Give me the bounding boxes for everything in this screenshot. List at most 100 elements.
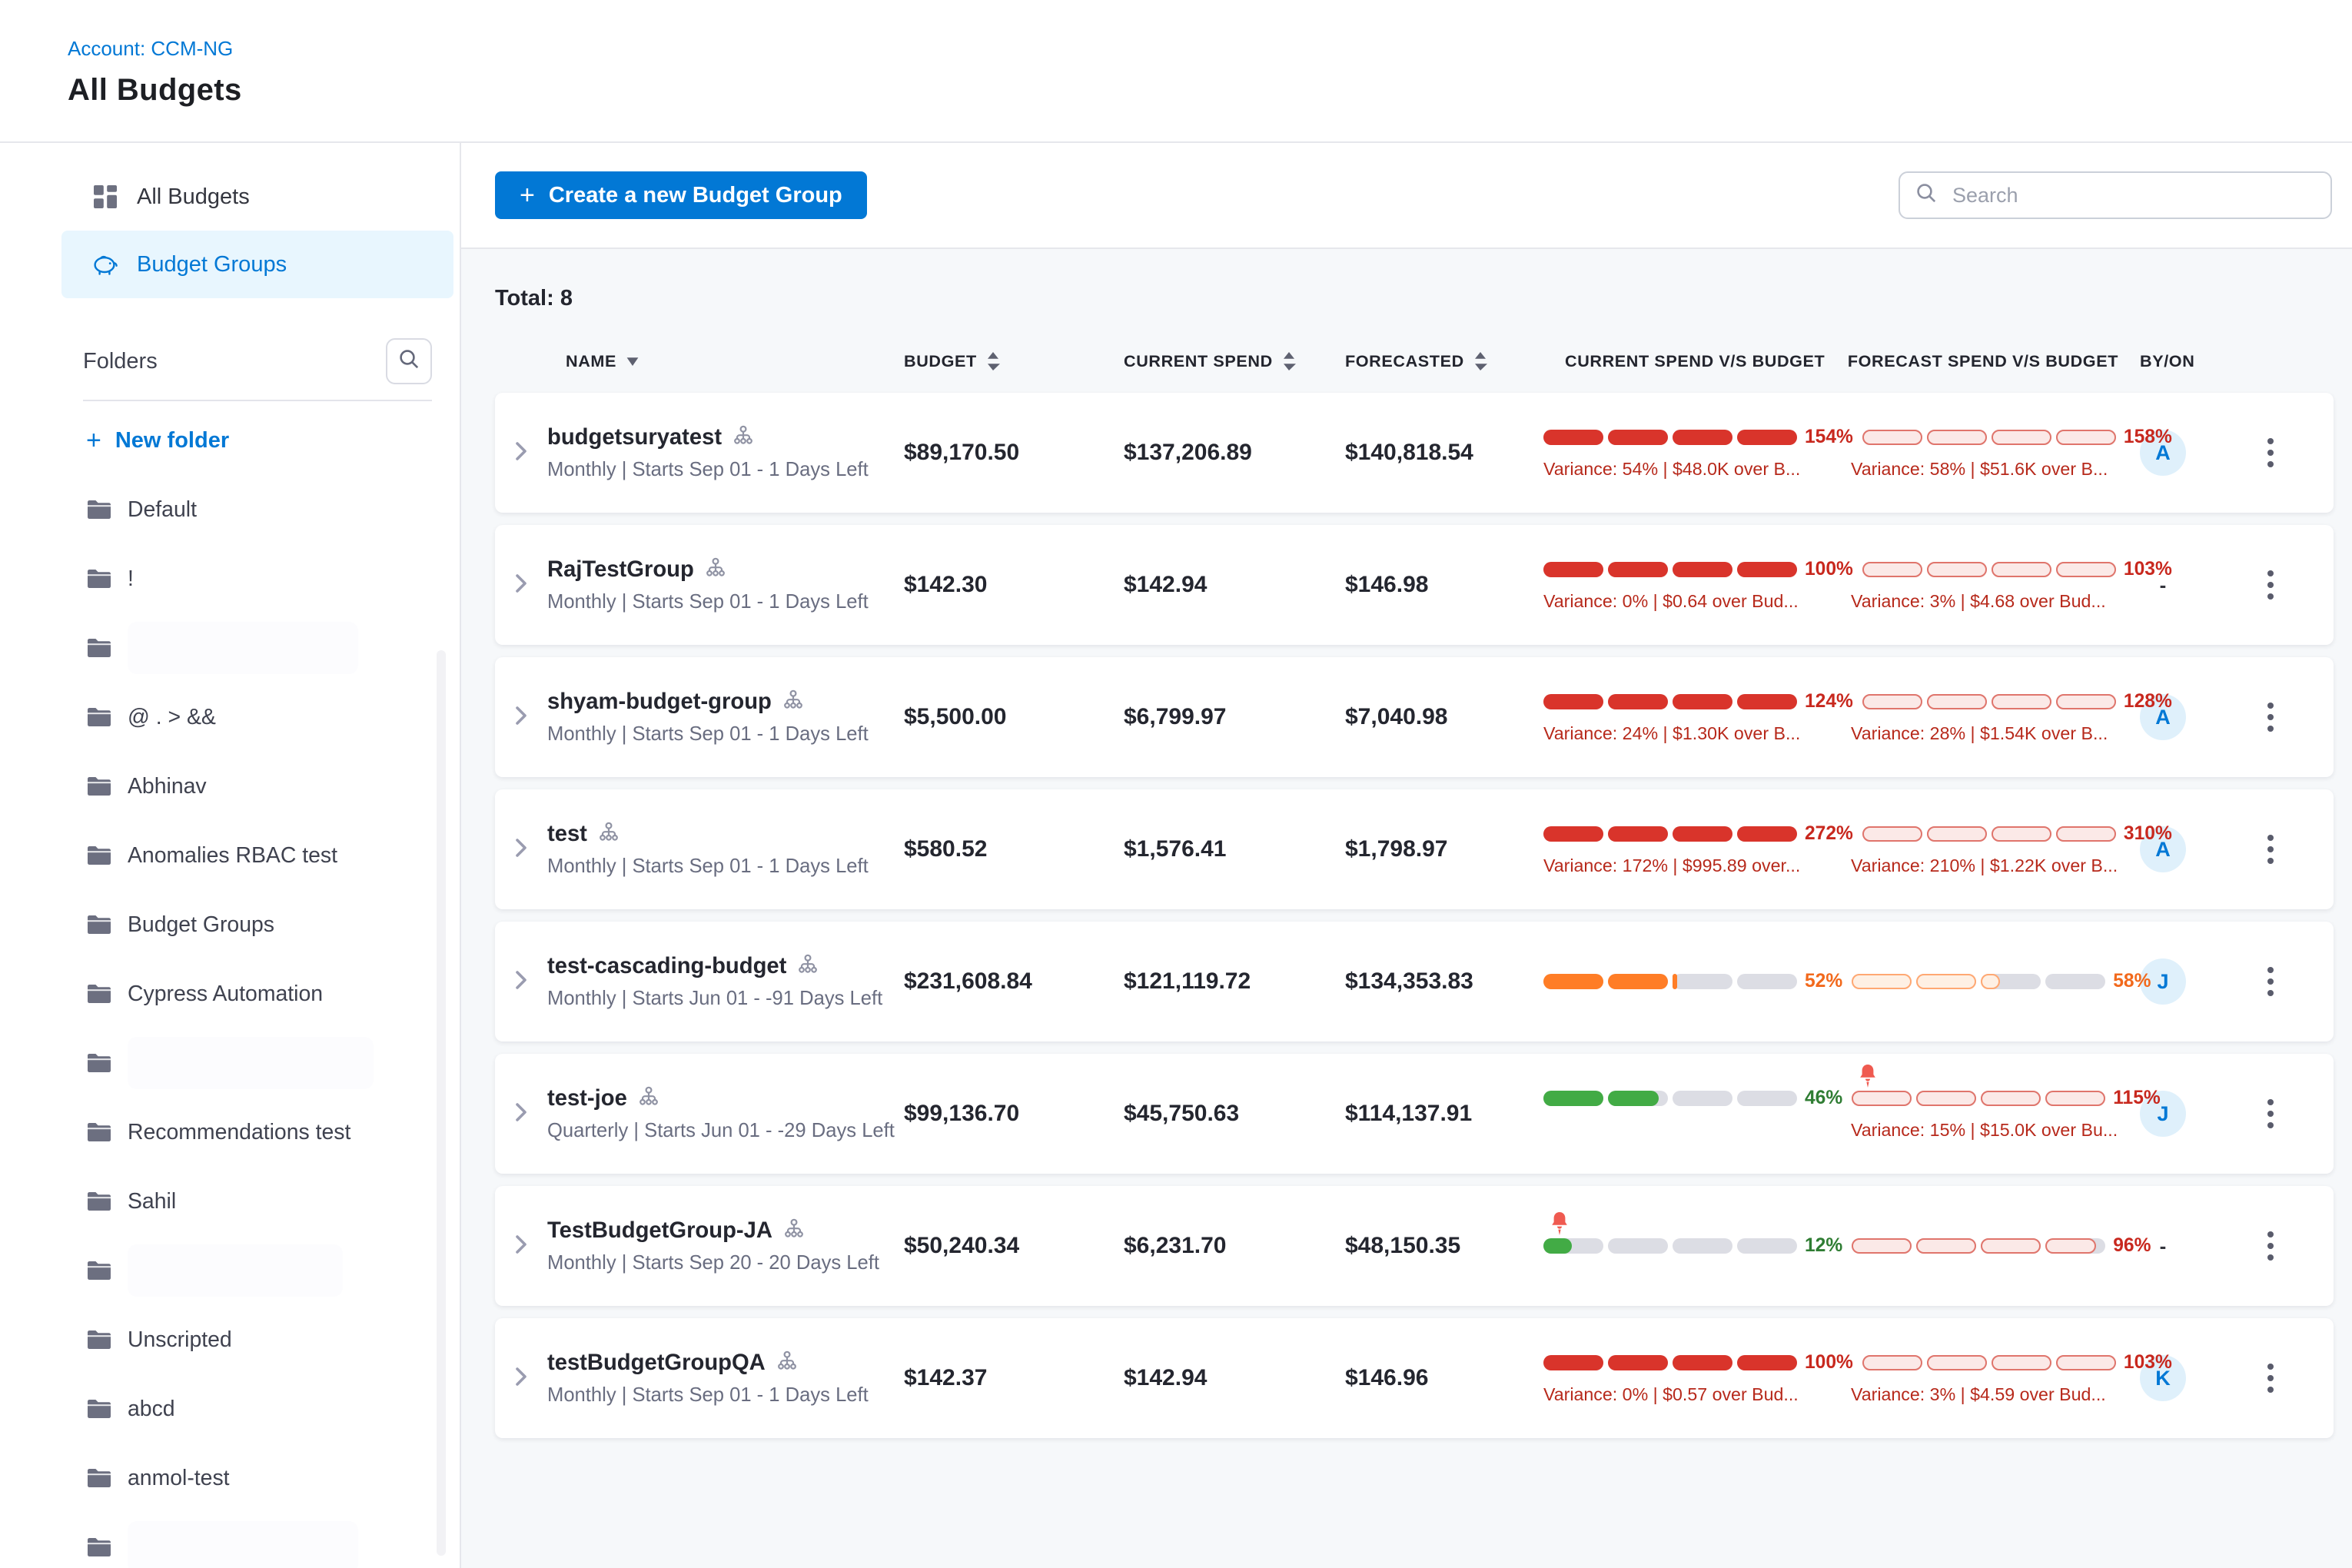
plus-icon: + (520, 182, 535, 208)
budget-group-name[interactable]: RajTestGroup (547, 557, 694, 583)
account-breadcrumb[interactable]: Account: CCM-NG (68, 37, 2352, 61)
row-expand-chevron[interactable] (495, 1232, 547, 1261)
folder-icon (86, 914, 112, 935)
folder-item[interactable] (0, 1513, 460, 1568)
folder-icon (86, 845, 112, 866)
folder-item[interactable]: Cypress Automation (0, 959, 460, 1028)
kebab-menu-icon[interactable] (2258, 429, 2283, 477)
search-input[interactable] (1949, 182, 2315, 209)
kebab-menu-icon[interactable] (2258, 561, 2283, 609)
bar-segment (1608, 430, 1668, 445)
create-budget-group-button[interactable]: + Create a new Budget Group (495, 171, 867, 219)
budget-amount: $142.37 (882, 1365, 1102, 1391)
bar-percent-label: 310% (2124, 823, 2172, 845)
chevron-right-icon (515, 835, 527, 864)
bar-percent-label: 58% (2113, 971, 2151, 992)
row-expand-chevron[interactable] (495, 968, 547, 996)
sidebar-item-all-budgets[interactable]: All Budgets (61, 163, 453, 231)
kebab-menu-icon[interactable] (2258, 1090, 2283, 1138)
table-row[interactable]: test Monthly | Starts Sep 01 - 1 Days Lef… (495, 789, 2334, 909)
budget-amount: $99,136.70 (882, 1101, 1102, 1127)
budget-group-name-cell: RajTestGroupMonthly | Starts Sep 01 - 1 … (547, 557, 882, 613)
column-header-forecasted[interactable]: FORECASTED (1324, 351, 1543, 371)
budget-group-name[interactable]: test-joe (547, 1086, 627, 1111)
row-expand-chevron[interactable] (495, 439, 547, 467)
folder-item[interactable]: anmol-test (0, 1443, 460, 1513)
alert-bell-icon (1550, 1211, 1570, 1237)
budget-group-name[interactable]: budgetsuryatest (547, 425, 722, 450)
table-row[interactable]: test-cascading-budgetMonthly | Starts Ju… (495, 922, 2334, 1041)
folder-item[interactable]: Abhinav (0, 752, 460, 821)
table-row[interactable]: shyam-budget-groupMonthly | Starts Sep 0… (495, 657, 2334, 777)
sidebar-item-label: Budget Groups (137, 252, 287, 277)
spend-bars-cell: 100%103%Variance: 0% | $0.57 over Bud...… (1543, 1318, 2118, 1438)
table-row[interactable]: test-joeQuarterly | Starts Jun 01 - -29 … (495, 1054, 2334, 1174)
table-row[interactable]: TestBudgetGroup-JAMonthly | Starts Sep 2… (495, 1186, 2334, 1306)
toolbar: + Create a new Budget Group (461, 143, 2352, 247)
folder-item[interactable] (0, 1236, 460, 1305)
budget-group-name[interactable]: TestBudgetGroup-JA (547, 1218, 772, 1244)
row-menu-cell (2207, 693, 2334, 741)
table-row[interactable]: budgetsuryatestMonthly | Starts Sep 01 -… (495, 393, 2334, 513)
budget-period: Monthly | Starts Sep 01 - 1 Days Left (547, 1384, 873, 1407)
bar-segment (1543, 974, 1603, 989)
column-header-current-spend[interactable]: CURRENT SPEND (1102, 351, 1324, 371)
kebab-menu-icon[interactable] (2258, 1354, 2283, 1402)
current-variance-text: Variance: 0% | $0.64 over Bud... (1543, 591, 1851, 612)
kebab-menu-icon[interactable] (2258, 958, 2283, 1005)
bar-percent-label: 100% (1805, 559, 1853, 580)
folder-item[interactable]: abcd (0, 1374, 460, 1443)
chevron-right-icon (515, 1100, 527, 1128)
row-expand-chevron[interactable] (495, 1100, 547, 1128)
folder-item[interactable] (0, 613, 460, 683)
redacted-folder-label (128, 622, 358, 674)
new-folder-button[interactable]: + New folder (86, 427, 460, 453)
search-icon (398, 347, 420, 376)
sort-toggle-icon (1282, 352, 1296, 370)
sidebar-item-budget-groups[interactable]: Budget Groups (61, 231, 453, 298)
current-vs-budget-bar: 124% (1543, 691, 1853, 713)
grid-icon (92, 185, 118, 208)
row-expand-chevron[interactable] (495, 571, 547, 600)
folder-item[interactable]: Anomalies RBAC test (0, 821, 460, 890)
table-row[interactable]: testBudgetGroupQA Monthly | Starts Sep 01… (495, 1318, 2334, 1438)
bar-segment (1927, 562, 1987, 577)
folder-item[interactable]: Unscripted (0, 1305, 460, 1374)
budget-period: Monthly | Starts Sep 01 - 1 Days Left (547, 855, 873, 878)
hierarchy-icon (638, 1086, 659, 1112)
folder-item[interactable]: ! (0, 544, 460, 613)
table-row[interactable]: RajTestGroupMonthly | Starts Sep 01 - 1 … (495, 525, 2334, 645)
budget-group-name[interactable]: test (547, 822, 587, 847)
row-expand-chevron[interactable] (495, 703, 547, 732)
bar-segment (1862, 430, 1922, 445)
column-header-budget[interactable]: BUDGET (882, 351, 1102, 371)
folder-item[interactable] (0, 1028, 460, 1098)
table-body: budgetsuryatest Monthly | Starts Sep 01 -… (495, 393, 2334, 1438)
bar-segment (1737, 1355, 1797, 1370)
kebab-menu-icon[interactable] (2258, 1222, 2283, 1270)
hierarchy-icon (783, 1218, 805, 1244)
folder-item[interactable]: Recommendations test (0, 1098, 460, 1167)
bar-segment (1673, 974, 1732, 989)
row-expand-chevron[interactable] (495, 1364, 547, 1393)
kebab-menu-icon[interactable] (2258, 693, 2283, 741)
budget-group-name[interactable]: shyam-budget-group (547, 689, 772, 715)
folder-item[interactable]: Default (0, 475, 460, 544)
folder-item[interactable]: Budget Groups (0, 890, 460, 959)
kebab-menu-icon[interactable] (2258, 826, 2283, 873)
budget-group-name[interactable]: test-cascading-budget (547, 954, 786, 979)
forecast-variance-text: Variance: 3% | $4.59 over Bud... (1851, 1384, 2118, 1405)
budget-group-name[interactable]: testBudgetGroupQA (547, 1350, 766, 1376)
column-header-name[interactable]: NAME (495, 351, 882, 371)
row-expand-chevron[interactable] (495, 835, 547, 864)
folder-icon (86, 1329, 112, 1350)
row-menu-cell (2207, 429, 2334, 477)
folder-item[interactable]: Sahil (0, 1167, 460, 1236)
forecast-variance-text: Variance: 28% | $1.54K over B... (1851, 723, 2118, 744)
spend-bars-cell: 100%103%Variance: 0% | $0.64 over Bud...… (1543, 525, 2118, 645)
folder-item[interactable]: @ . > && (0, 683, 460, 752)
folder-icon (86, 1467, 112, 1489)
bar-segment (1927, 694, 1987, 709)
folder-search-button[interactable] (386, 338, 432, 384)
current-spend-amount: $121,119.72 (1102, 968, 1324, 995)
